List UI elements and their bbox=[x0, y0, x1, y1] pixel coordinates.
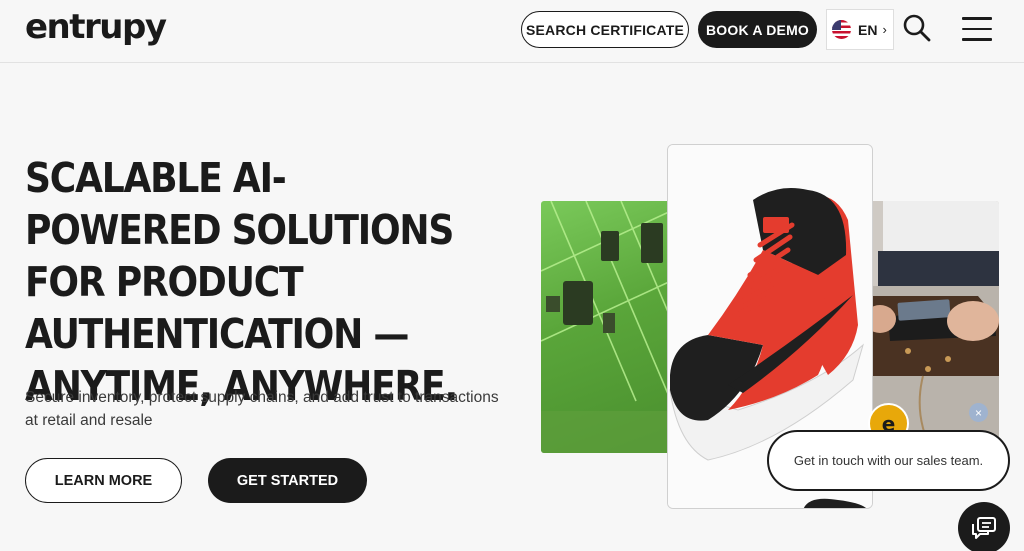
site-header: entrupy SEARCH CERTIFICATE BOOK A DEMO E… bbox=[0, 0, 1024, 63]
circuit-board-image bbox=[541, 201, 671, 453]
close-icon[interactable]: × bbox=[969, 403, 988, 422]
get-started-button[interactable]: GET STARTED bbox=[208, 458, 367, 503]
chat-prompt-bubble[interactable]: Get in touch with our sales team. bbox=[767, 430, 1010, 491]
language-code: EN bbox=[858, 21, 878, 38]
learn-more-button[interactable]: LEARN MORE bbox=[25, 458, 182, 503]
language-selector[interactable]: EN › bbox=[826, 9, 894, 50]
hero-subtitle: Secure inventory, protect supply chains,… bbox=[25, 389, 499, 429]
book-demo-button[interactable]: BOOK A DEMO bbox=[698, 11, 817, 48]
search-certificate-button[interactable]: SEARCH CERTIFICATE bbox=[521, 11, 689, 48]
chat-bubbles-icon bbox=[972, 517, 996, 539]
chevron-right-icon: › bbox=[882, 22, 887, 37]
hero-title: SCALABLE AI-POWERED SOLUTIONS FOR PRODUC… bbox=[25, 154, 458, 410]
us-flag-icon bbox=[832, 20, 851, 39]
chat-prompt-text: Get in touch with our sales team. bbox=[793, 453, 984, 468]
entrupy-logo[interactable]: entrupy bbox=[25, 7, 167, 47]
search-icon[interactable] bbox=[902, 13, 932, 43]
chat-launcher-button[interactable] bbox=[958, 502, 1010, 551]
hamburger-menu-icon[interactable] bbox=[962, 17, 992, 41]
